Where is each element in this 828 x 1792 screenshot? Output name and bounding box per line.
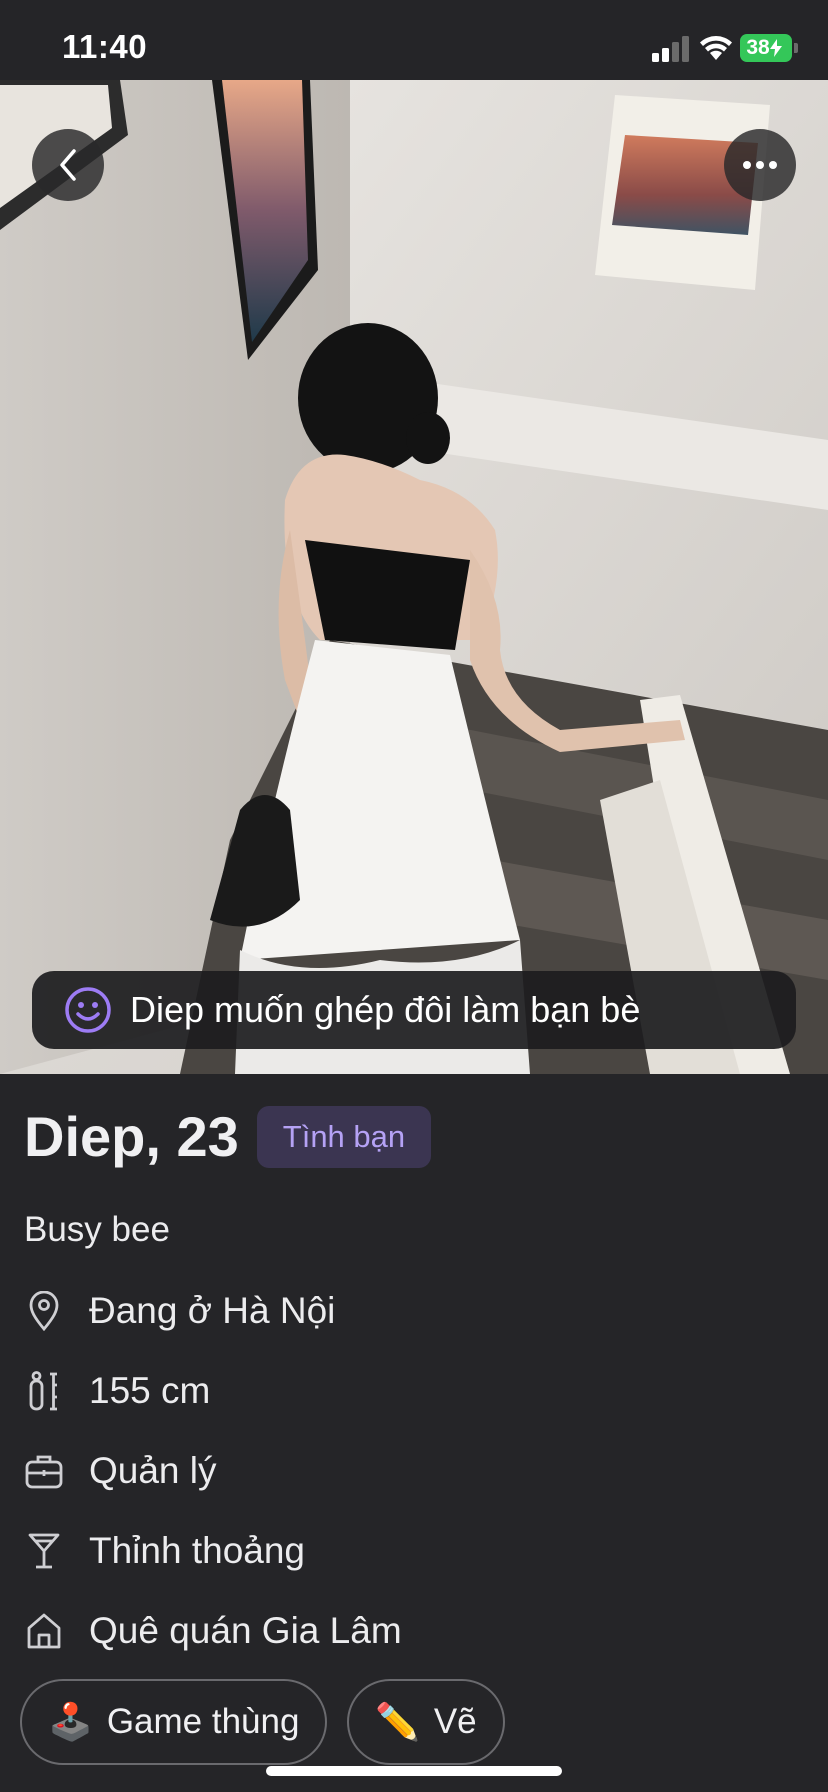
interest-chip-drawing[interactable]: ✏️ Vẽ	[347, 1679, 505, 1765]
briefcase-icon	[24, 1449, 64, 1493]
interest-label: Game thùng	[106, 1702, 300, 1741]
info-text: Đang ở Hà Nội	[89, 1290, 336, 1331]
profile-bio: Busy bee	[24, 1210, 170, 1249]
pencil-icon: ✏️	[375, 1701, 420, 1742]
home-icon	[24, 1609, 64, 1653]
charging-bolt-icon	[769, 39, 782, 57]
profile-photo[interactable]: Diep muốn ghép đôi làm bạn bè	[0, 80, 828, 1074]
info-text: 155 cm	[89, 1370, 211, 1411]
back-button[interactable]	[32, 129, 104, 201]
cocktail-glass-icon	[24, 1529, 64, 1573]
battery-icon: 38	[740, 34, 792, 62]
home-indicator[interactable]	[266, 1766, 562, 1776]
photo-scene	[0, 80, 828, 1074]
battery-level: 38	[746, 36, 770, 59]
height-icon	[24, 1369, 64, 1413]
cellular-signal-icon	[652, 36, 689, 62]
more-options-button[interactable]	[724, 129, 796, 201]
name-row: Diep, 23 Tình bạn	[24, 1104, 432, 1169]
chevron-left-icon	[60, 149, 76, 181]
wifi-icon	[700, 36, 732, 60]
match-intent-banner: Diep muốn ghép đôi làm bạn bè	[32, 971, 796, 1049]
info-height: 155 cm	[24, 1366, 210, 1416]
info-text: Quê quán Gia Lâm	[89, 1610, 402, 1651]
match-intent-text: Diep muốn ghép đôi làm bạn bè	[130, 989, 641, 1030]
smiley-icon	[65, 987, 111, 1033]
joystick-icon: 🕹️	[48, 1701, 93, 1742]
profile-name-age: Diep, 23	[24, 1105, 239, 1168]
relationship-tag: Tình bạn	[256, 1105, 432, 1168]
info-job: Quản lý	[24, 1446, 217, 1496]
status-bar: 11:40 38	[0, 0, 828, 80]
interest-label: Vẽ	[433, 1702, 477, 1741]
location-pin-icon	[24, 1289, 64, 1333]
interest-chip-game[interactable]: 🕹️ Game thùng	[20, 1679, 328, 1765]
ellipsis-icon	[743, 161, 777, 169]
info-text: Thỉnh thoảng	[89, 1530, 306, 1571]
info-text: Quản lý	[89, 1450, 217, 1491]
battery-tip	[794, 43, 798, 53]
info-drinking: Thỉnh thoảng	[24, 1526, 305, 1576]
info-location: Đang ở Hà Nội	[24, 1286, 335, 1336]
info-hometown: Quê quán Gia Lâm	[24, 1606, 402, 1656]
status-time: 11:40	[62, 28, 148, 65]
